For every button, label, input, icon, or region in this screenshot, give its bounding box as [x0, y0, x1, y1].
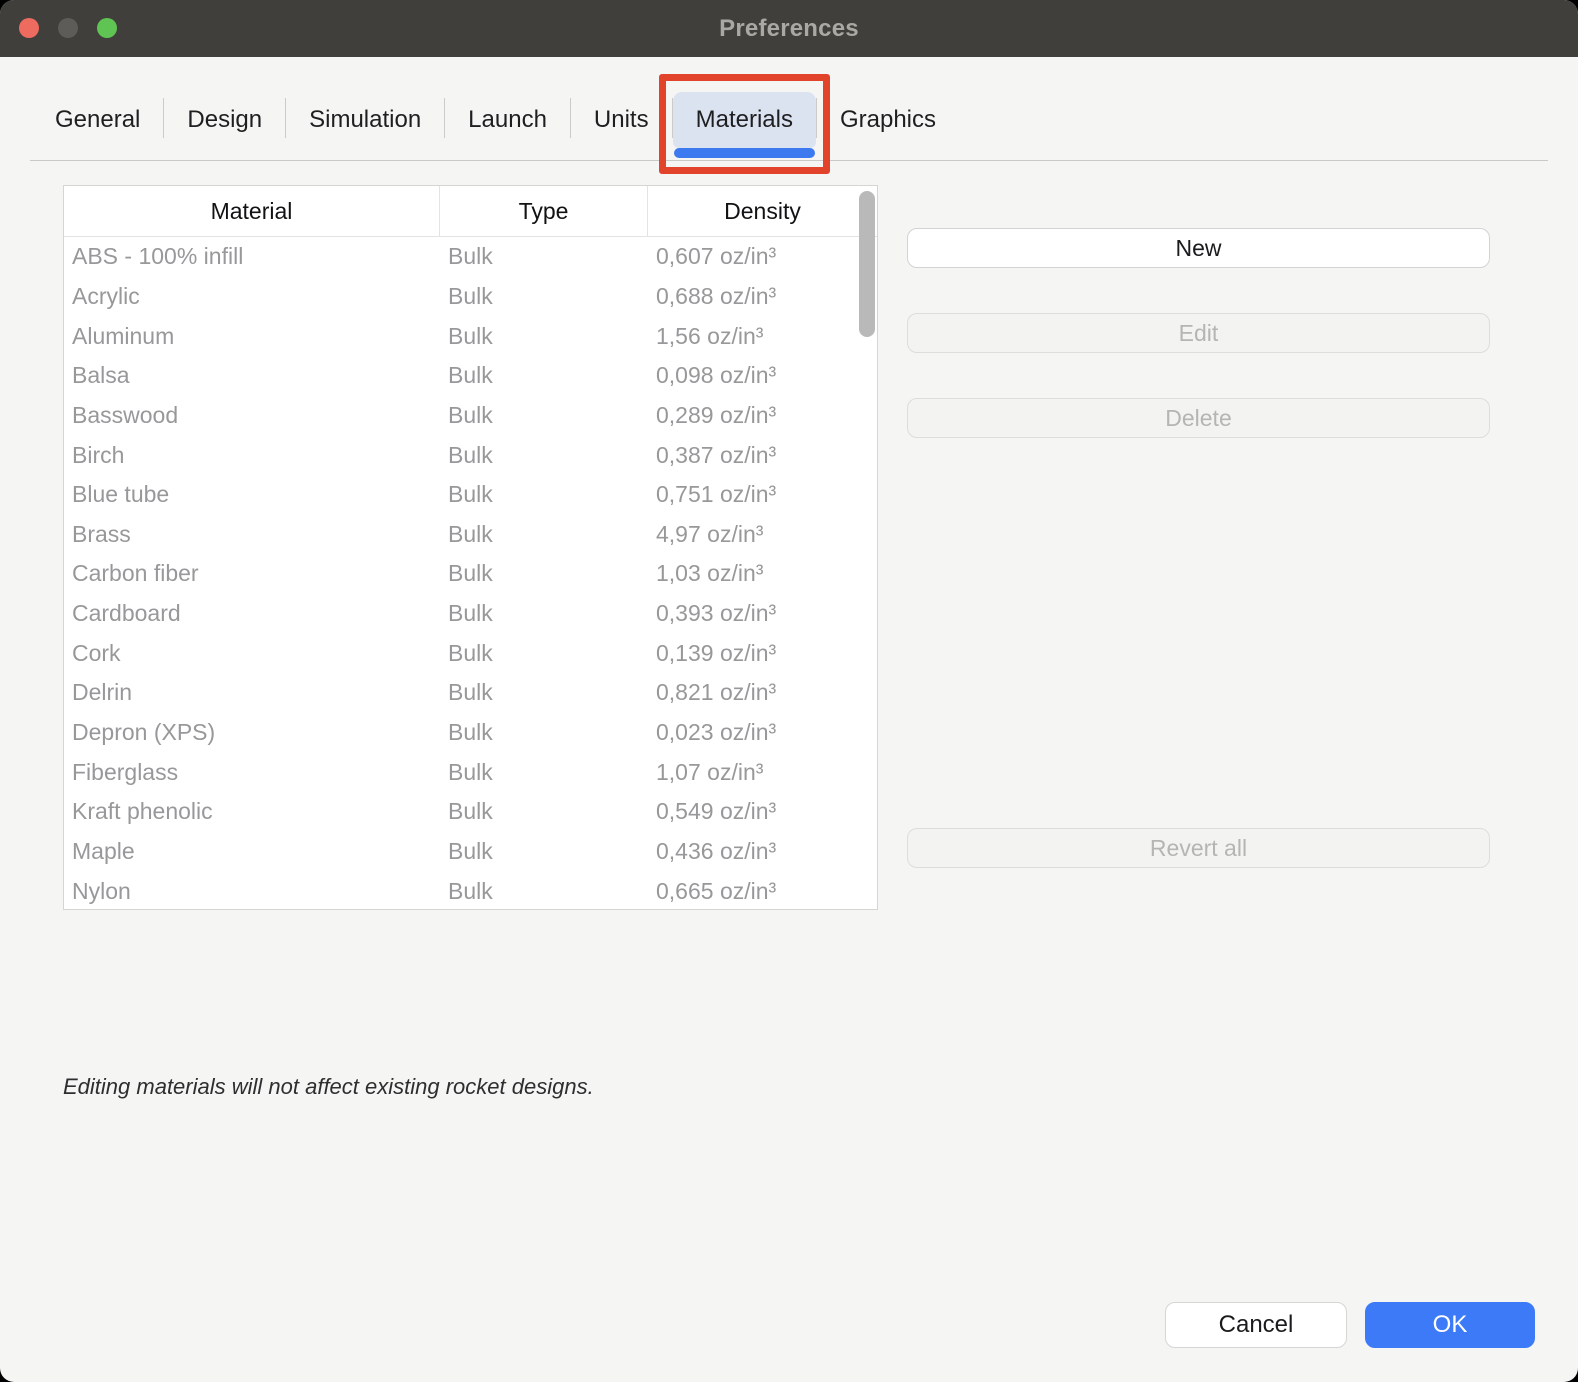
type-cell: Bulk — [440, 759, 648, 786]
table-row[interactable]: Carbon fiberBulk1,03 oz/in³ — [64, 554, 877, 594]
delete-button[interactable]: Delete — [907, 398, 1490, 438]
table-row[interactable]: CardboardBulk0,393 oz/in³ — [64, 594, 877, 634]
density-cell: 0,289 oz/in³ — [648, 402, 877, 429]
table-body: ABS - 100% infillBulk0,607 oz/in³Acrylic… — [64, 237, 877, 910]
column-header-type[interactable]: Type — [440, 186, 648, 236]
revert-all-button[interactable]: Revert all — [907, 828, 1490, 868]
type-cell: Bulk — [440, 878, 648, 905]
table-row[interactable]: FiberglassBulk1,07 oz/in³ — [64, 752, 877, 792]
tab-launch[interactable]: Launch — [445, 92, 570, 148]
minimize-button-icon[interactable] — [58, 18, 78, 38]
edit-button[interactable]: Edit — [907, 313, 1490, 353]
material-cell: ABS - 100% infill — [64, 243, 440, 270]
materials-table[interactable]: Material Type Density ABS - 100% infillB… — [63, 185, 878, 910]
table-row[interactable]: BalsaBulk0,098 oz/in³ — [64, 356, 877, 396]
density-cell: 1,03 oz/in³ — [648, 560, 877, 587]
density-cell: 0,393 oz/in³ — [648, 600, 877, 627]
table-row[interactable]: Kraft phenolicBulk0,549 oz/in³ — [64, 792, 877, 832]
table-row[interactable]: Blue tubeBulk0,751 oz/in³ — [64, 475, 877, 515]
tab-bar-divider — [30, 160, 1548, 161]
material-cell: Cork — [64, 640, 440, 667]
ok-button[interactable]: OK — [1365, 1302, 1535, 1348]
density-cell: 0,436 oz/in³ — [648, 838, 877, 865]
tab-design[interactable]: Design — [164, 92, 285, 148]
table-row[interactable]: BirchBulk0,387 oz/in³ — [64, 435, 877, 475]
type-cell: Bulk — [440, 798, 648, 825]
annotation-highlight-rectangle — [659, 74, 830, 174]
density-cell: 0,665 oz/in³ — [648, 878, 877, 905]
density-cell: 1,07 oz/in³ — [648, 759, 877, 786]
tab-graphics[interactable]: Graphics — [817, 92, 959, 148]
type-cell: Bulk — [440, 362, 648, 389]
density-cell: 0,387 oz/in³ — [648, 442, 877, 469]
table-row[interactable]: DelrinBulk0,821 oz/in³ — [64, 673, 877, 713]
type-cell: Bulk — [440, 600, 648, 627]
material-cell: Balsa — [64, 362, 440, 389]
tab-units[interactable]: Units — [571, 92, 672, 148]
density-cell: 4,97 oz/in³ — [648, 521, 877, 548]
scrollbar-thumb[interactable] — [859, 191, 875, 337]
window-title: Preferences — [719, 15, 859, 43]
density-cell: 0,139 oz/in³ — [648, 640, 877, 667]
material-cell: Depron (XPS) — [64, 719, 440, 746]
type-cell: Bulk — [440, 481, 648, 508]
material-cell: Basswood — [64, 402, 440, 429]
material-cell: Fiberglass — [64, 759, 440, 786]
density-cell: 0,688 oz/in³ — [648, 283, 877, 310]
density-cell: 0,821 oz/in³ — [648, 679, 877, 706]
table-row[interactable]: CorkBulk0,139 oz/in³ — [64, 633, 877, 673]
type-cell: Bulk — [440, 521, 648, 548]
material-cell: Kraft phenolic — [64, 798, 440, 825]
tab-bar: GeneralDesignSimulationLaunchUnitsMateri… — [32, 92, 959, 148]
table-header-row: Material Type Density — [64, 186, 877, 237]
column-header-material[interactable]: Material — [64, 186, 440, 236]
column-header-density[interactable]: Density — [648, 186, 877, 236]
material-cell: Nylon — [64, 878, 440, 905]
table-row[interactable]: NylonBulk0,665 oz/in³ — [64, 871, 877, 910]
table-row[interactable]: MapleBulk0,436 oz/in³ — [64, 832, 877, 872]
materials-note: Editing materials will not affect existi… — [63, 1074, 594, 1100]
density-cell: 0,023 oz/in³ — [648, 719, 877, 746]
material-cell: Maple — [64, 838, 440, 865]
table-row[interactable]: BrassBulk4,97 oz/in³ — [64, 514, 877, 554]
table-row[interactable]: Depron (XPS)Bulk0,023 oz/in³ — [64, 713, 877, 753]
table-row[interactable]: AcrylicBulk0,688 oz/in³ — [64, 277, 877, 317]
material-cell: Aluminum — [64, 323, 440, 350]
table-row[interactable]: BasswoodBulk0,289 oz/in³ — [64, 396, 877, 436]
tab-materials[interactable]: Materials — [673, 92, 816, 148]
close-button-icon[interactable] — [19, 18, 39, 38]
table-row[interactable]: ABS - 100% infillBulk0,607 oz/in³ — [64, 237, 877, 277]
type-cell: Bulk — [440, 679, 648, 706]
type-cell: Bulk — [440, 243, 648, 270]
table-row[interactable]: AluminumBulk1,56 oz/in³ — [64, 316, 877, 356]
material-cell: Acrylic — [64, 283, 440, 310]
type-cell: Bulk — [440, 560, 648, 587]
zoom-button-icon[interactable] — [97, 18, 117, 38]
type-cell: Bulk — [440, 283, 648, 310]
title-bar[interactable]: Preferences — [0, 0, 1578, 57]
material-cell: Delrin — [64, 679, 440, 706]
material-cell: Cardboard — [64, 600, 440, 627]
density-cell: 0,098 oz/in³ — [648, 362, 877, 389]
tab-simulation[interactable]: Simulation — [286, 92, 444, 148]
cancel-button[interactable]: Cancel — [1165, 1302, 1347, 1348]
type-cell: Bulk — [440, 640, 648, 667]
preferences-window: Preferences GeneralDesignSimulationLaunc… — [0, 0, 1578, 1382]
type-cell: Bulk — [440, 719, 648, 746]
type-cell: Bulk — [440, 402, 648, 429]
density-cell: 1,56 oz/in³ — [648, 323, 877, 350]
material-cell: Birch — [64, 442, 440, 469]
material-cell: Carbon fiber — [64, 560, 440, 587]
selected-tab-underline — [674, 148, 815, 158]
type-cell: Bulk — [440, 442, 648, 469]
material-cell: Blue tube — [64, 481, 440, 508]
density-cell: 0,751 oz/in³ — [648, 481, 877, 508]
density-cell: 0,607 oz/in³ — [648, 243, 877, 270]
density-cell: 0,549 oz/in³ — [648, 798, 877, 825]
new-button[interactable]: New — [907, 228, 1490, 268]
material-cell: Brass — [64, 521, 440, 548]
type-cell: Bulk — [440, 838, 648, 865]
tab-general[interactable]: General — [32, 92, 163, 148]
type-cell: Bulk — [440, 323, 648, 350]
